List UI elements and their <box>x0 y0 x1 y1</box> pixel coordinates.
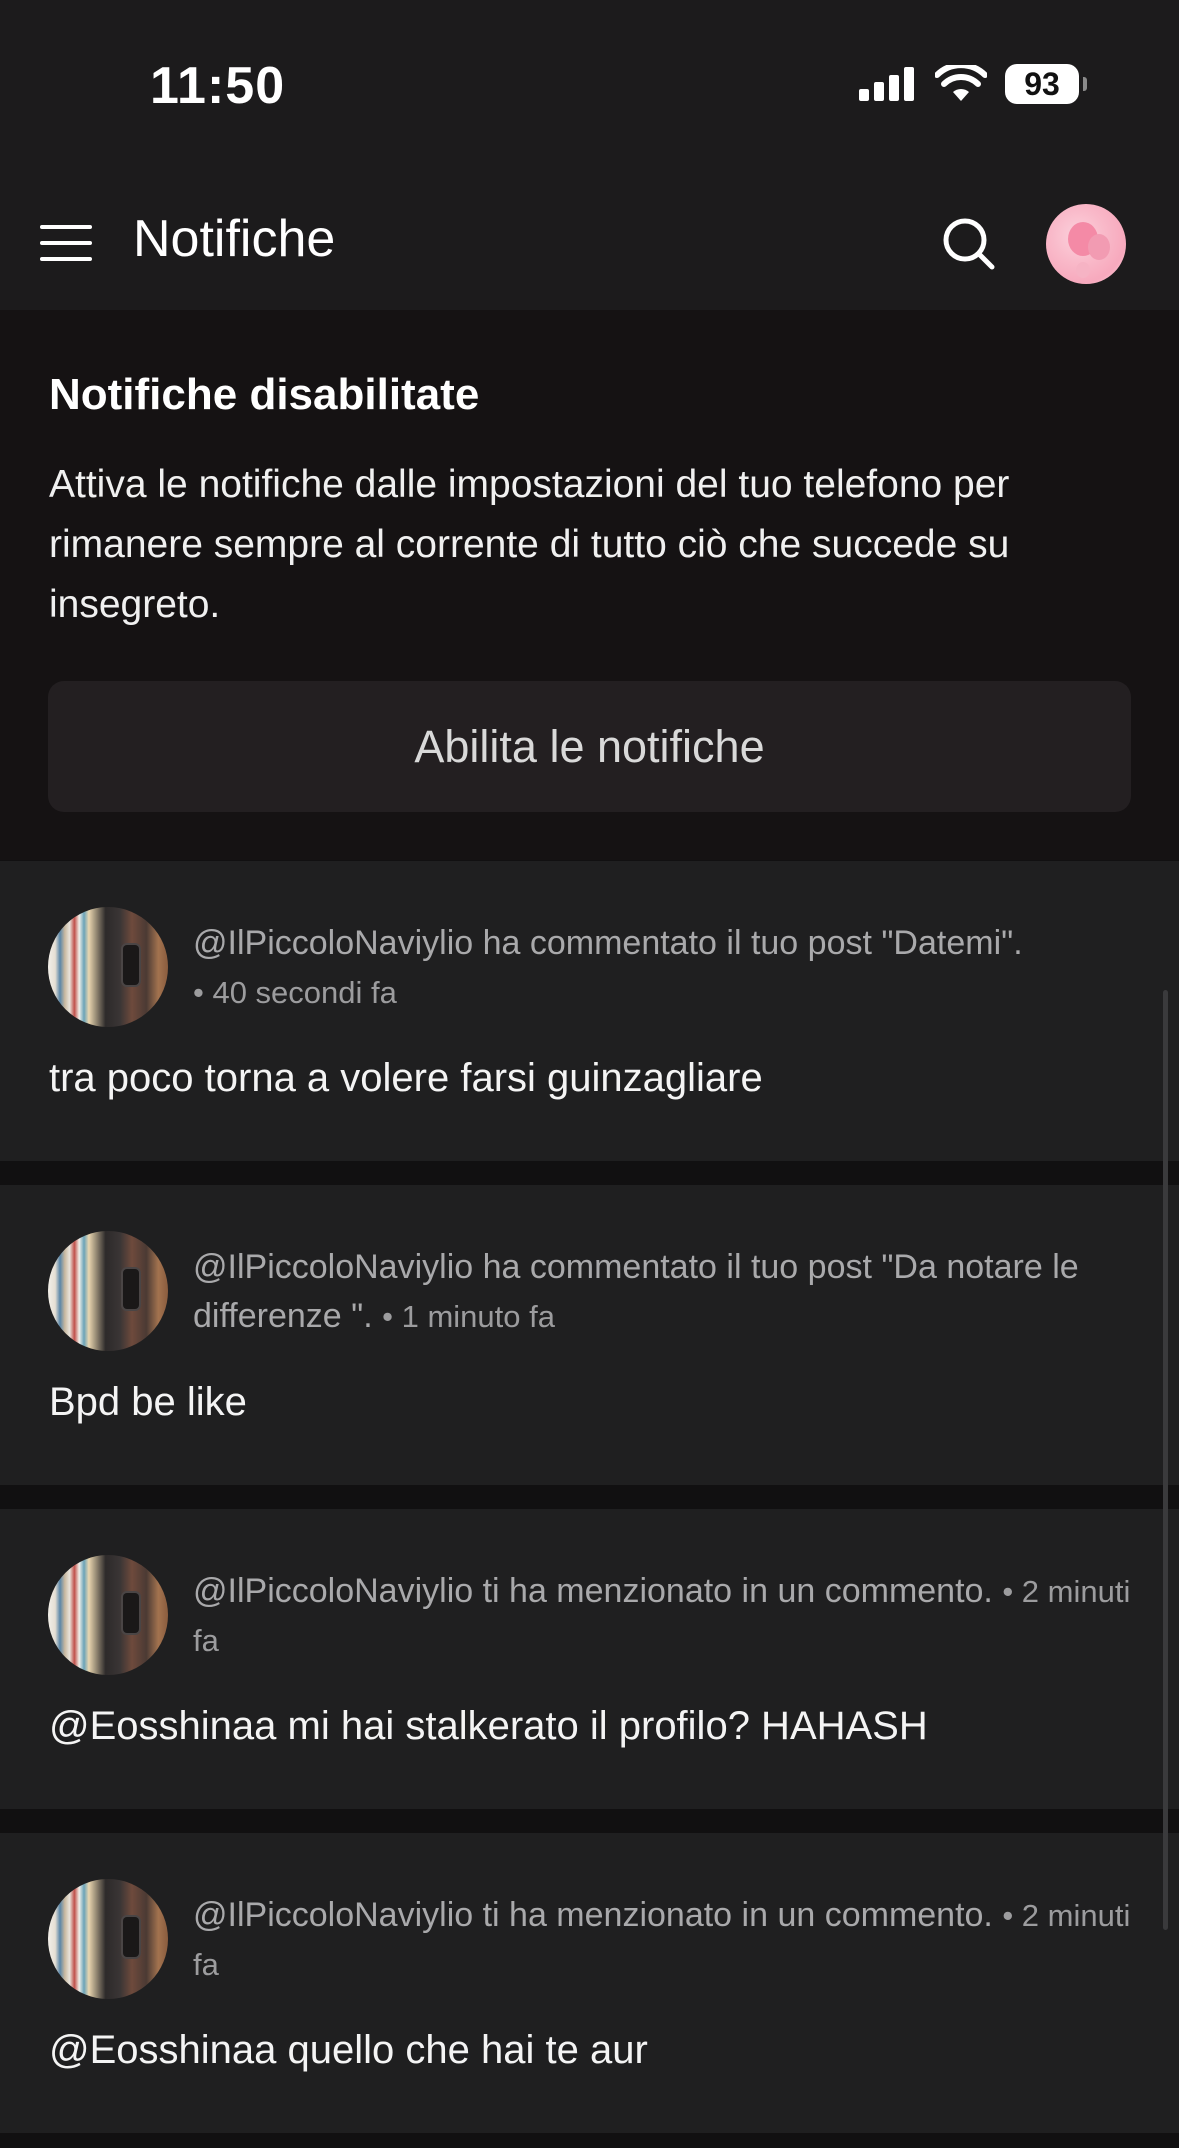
wifi-icon <box>935 65 987 101</box>
notification-content: @Eosshinaa mi hai stalkerato il profilo?… <box>49 1704 928 1748</box>
notification-content: tra poco torna a volere farsi guinzaglia… <box>49 1056 763 1100</box>
user-avatar[interactable] <box>48 1555 168 1675</box>
notification-meta: @IlPiccoloNaviylio ha commentato il tuo … <box>193 1243 1143 1341</box>
notification-meta: @IlPiccoloNaviylio ti ha menzionato in u… <box>193 1891 1143 1989</box>
notification-time: • 1 minuto fa <box>382 1299 555 1334</box>
avatar[interactable] <box>1046 204 1126 284</box>
notification-meta: @IlPiccoloNaviylio ha commentato il tuo … <box>193 919 1143 1017</box>
notification-item[interactable]: @IlPiccoloNaviylio ti ha menzionato in u… <box>0 1509 1179 1809</box>
notification-item[interactable]: @IlPiccoloNaviylio ti ha menzionato in u… <box>0 1833 1179 2133</box>
app-bar: Notifiche <box>0 175 1179 310</box>
notification-action: @IlPiccoloNaviylio ha commentato il tuo … <box>193 924 1023 962</box>
menu-icon[interactable] <box>40 225 92 261</box>
battery-icon: 93 <box>1005 64 1087 104</box>
scrollbar[interactable] <box>1163 990 1168 1930</box>
notification-item[interactable]: @IlPiccoloNaviylio ha commentato il tuo … <box>0 861 1179 1161</box>
notification-action: @IlPiccoloNaviylio ha commentato il tuo … <box>193 1248 1079 1335</box>
enable-notifications-button[interactable]: Abilita le notifiche <box>48 681 1131 812</box>
search-icon[interactable] <box>940 215 996 271</box>
notification-time: • 40 secondi fa <box>193 975 397 1010</box>
banner-text: Attiva le notifiche dalle impostazioni d… <box>49 463 1010 626</box>
notification-content: Bpd be like <box>49 1380 247 1424</box>
status-bar: 11:50 93 <box>0 0 1179 175</box>
notification-action: @IlPiccoloNaviylio ti ha menzionato in u… <box>193 1572 993 1610</box>
page-title: Notifiche <box>133 210 336 268</box>
status-icons: 93 <box>859 64 1087 104</box>
notifications-disabled-banner: Notifiche disabilitate Attiva le notific… <box>0 310 1179 860</box>
status-time: 11:50 <box>150 57 286 115</box>
notification-meta: @IlPiccoloNaviylio ti ha menzionato in u… <box>193 1567 1143 1665</box>
notification-content: @Eosshinaa quello che hai te aur <box>49 2028 648 2072</box>
user-avatar[interactable] <box>48 907 168 1027</box>
user-avatar[interactable] <box>48 1231 168 1351</box>
banner-title: Notifiche disabilitate <box>49 370 480 419</box>
user-avatar[interactable] <box>48 1879 168 1999</box>
cellular-signal-icon <box>859 67 914 101</box>
notification-action: @IlPiccoloNaviylio ti ha menzionato in u… <box>193 1896 993 1934</box>
notification-item[interactable]: @IlPiccoloNaviylio ha commentato il tuo … <box>0 1185 1179 1485</box>
